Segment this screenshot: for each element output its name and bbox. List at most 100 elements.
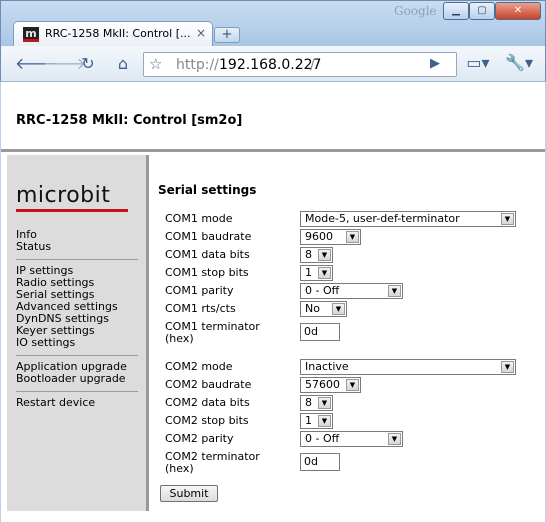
com1-mode-select[interactable]: Mode-5, user-def-terminator ▼	[300, 211, 516, 227]
microbit-logo: microbit	[16, 184, 128, 212]
tab-close-icon[interactable]: ×	[196, 26, 206, 40]
com1-data-bits-row: COM1 data bits 8 ▼	[165, 247, 525, 265]
select-value: Mode-5, user-def-terminator	[305, 212, 460, 225]
go-arrow-icon[interactable]: ▶	[430, 56, 440, 71]
com1-data-bits-select[interactable]: 8 ▼	[300, 247, 333, 263]
chevron-down-icon: ▼	[388, 285, 401, 297]
new-tab-button[interactable]: +	[214, 27, 240, 43]
web-page: RRC-1258 MkII: Control [sm2o] microbit I…	[1, 82, 545, 522]
com2-mode-row: COM2 mode Inactive ▼	[165, 359, 525, 377]
field-label: COM1 rts/cts	[165, 302, 236, 315]
com1-terminator-input[interactable]: 0d	[300, 323, 340, 341]
bookmark-star-icon[interactable]: ☆	[149, 55, 162, 73]
forward-arrow-icon[interactable]: 🡒	[43, 53, 86, 75]
com2-terminator-input[interactable]: 0d	[300, 453, 340, 471]
field-label: COM2 baudrate	[165, 378, 252, 391]
com2-parity-row: COM2 parity 0 - Off ▼	[165, 431, 525, 449]
section-title: Serial settings	[158, 183, 257, 197]
com2-mode-select[interactable]: Inactive ▼	[300, 359, 516, 375]
chevron-down-icon: ▼	[318, 267, 331, 279]
tab-title: RRC-1258 MkII: Control [...	[45, 27, 191, 40]
logo-underline	[16, 209, 128, 212]
serial-settings-form: Serial settings COM1 mode Mode-5, user-d…	[158, 155, 538, 511]
com1-terminator-row: COM1 terminator (hex) 0d	[165, 319, 525, 349]
com1-stop-bits-row: COM1 stop bits 1 ▼	[165, 265, 525, 283]
wrench-icon[interactable]: 🔧▾	[501, 52, 537, 74]
logo-text: microbit	[16, 183, 111, 208]
nav-link-io-settings[interactable]: IO settings	[16, 337, 138, 349]
chevron-down-icon: ▼	[501, 213, 514, 225]
microbit-favicon-icon: m	[23, 27, 39, 42]
com1-baudrate-select[interactable]: 9600 ▼	[300, 229, 361, 245]
field-label: COM2 parity	[165, 432, 234, 445]
com2-parity-select[interactable]: 0 - Off ▼	[300, 431, 403, 447]
window-titlebar: Google ▁ ▢ ✕ m RRC-1258 MkII: Control [.…	[0, 0, 546, 47]
url-path: /	[310, 57, 315, 73]
nav-link-status[interactable]: Status	[16, 241, 138, 253]
com1-stop-bits-select[interactable]: 1 ▼	[300, 265, 333, 281]
com2-data-bits-row: COM2 data bits 8 ▼	[165, 395, 525, 413]
select-value: 9600	[305, 230, 333, 243]
com2-data-bits-select[interactable]: 8 ▼	[300, 395, 333, 411]
field-label: COM1 mode	[165, 212, 233, 225]
nav-divider	[16, 259, 138, 260]
com1-baudrate-row: COM1 baudrate 9600 ▼	[165, 229, 525, 247]
select-value: No	[305, 302, 320, 315]
com1-rts-cts-row: COM1 rts/cts No ▼	[165, 301, 525, 319]
chevron-down-icon: ▼	[332, 303, 345, 315]
nav-link-bootloader-upgrade[interactable]: Bootloader upgrade	[16, 373, 138, 385]
chevron-down-icon: ▼	[318, 249, 331, 261]
nav-link-restart-device[interactable]: Restart device	[16, 397, 138, 409]
browser-tab[interactable]: m RRC-1258 MkII: Control [... ×	[13, 21, 213, 47]
com2-terminator-row: COM2 terminator (hex) 0d	[165, 449, 525, 479]
field-label: COM1 data bits	[165, 248, 250, 261]
field-label: COM2 mode	[165, 360, 233, 373]
com1-parity-row: COM1 parity 0 - Off ▼	[165, 283, 525, 301]
field-label: COM1 parity	[165, 284, 234, 297]
com1-parity-select[interactable]: 0 - Off ▼	[300, 283, 403, 299]
page-menu-icon[interactable]: ▭▾	[463, 52, 493, 74]
nav-divider	[16, 355, 138, 356]
field-label: COM1 stop bits	[165, 266, 249, 279]
url-scheme: http://	[176, 57, 219, 73]
chevron-down-icon: ▼	[346, 231, 359, 243]
minimize-button[interactable]: ▁	[443, 2, 469, 20]
nav-group-info: Info Status IP settings Radio settings S…	[16, 229, 138, 409]
select-value: 0 - Off	[305, 284, 340, 297]
select-value: 8	[305, 248, 312, 261]
home-icon[interactable]: ⌂	[112, 53, 134, 75]
maximize-button[interactable]: ▢	[469, 2, 495, 20]
com2-stop-bits-select[interactable]: 1 ▼	[300, 413, 333, 429]
page-header: RRC-1258 MkII: Control [sm2o]	[1, 82, 545, 152]
back-arrow-icon[interactable]: 🡐	[15, 53, 58, 75]
url-host: 192.168.0.227	[219, 57, 322, 73]
reload-icon[interactable]: ↻	[77, 53, 99, 75]
chevron-down-icon: ▼	[388, 433, 401, 445]
page-title: RRC-1258 MkII: Control [sm2o]	[16, 113, 243, 128]
select-value: 0 - Off	[305, 432, 340, 445]
nav-divider	[16, 391, 138, 392]
select-value: 57600	[305, 378, 340, 391]
google-watermark: Google	[394, 4, 437, 18]
field-label: COM2 terminator (hex)	[165, 451, 260, 475]
field-label: COM2 data bits	[165, 396, 250, 409]
select-value: 1	[305, 266, 312, 279]
com2-baudrate-select[interactable]: 57600 ▼	[300, 377, 361, 393]
chevron-down-icon: ▼	[501, 361, 514, 373]
field-label-line: (hex)	[165, 462, 194, 475]
com1-mode-row: COM1 mode Mode-5, user-def-terminator ▼	[165, 211, 525, 229]
chevron-down-icon: ▼	[318, 397, 331, 409]
field-label-line: (hex)	[165, 332, 194, 345]
select-value: 1	[305, 414, 312, 427]
field-label: COM1 baudrate	[165, 230, 252, 243]
field-label: COM2 stop bits	[165, 414, 249, 427]
select-value: Inactive	[305, 360, 349, 373]
com2-stop-bits-row: COM2 stop bits 1 ▼	[165, 413, 525, 431]
chevron-down-icon: ▼	[318, 415, 331, 427]
com2-baudrate-row: COM2 baudrate 57600 ▼	[165, 377, 525, 395]
close-window-button[interactable]: ✕	[495, 2, 541, 20]
field-label: COM1 terminator (hex)	[165, 321, 260, 345]
submit-button[interactable]: Submit	[160, 485, 218, 502]
address-bar[interactable]: ☆ http:// 192.168.0.227 / ▶	[143, 52, 457, 77]
com1-rts-cts-select[interactable]: No ▼	[300, 301, 347, 317]
